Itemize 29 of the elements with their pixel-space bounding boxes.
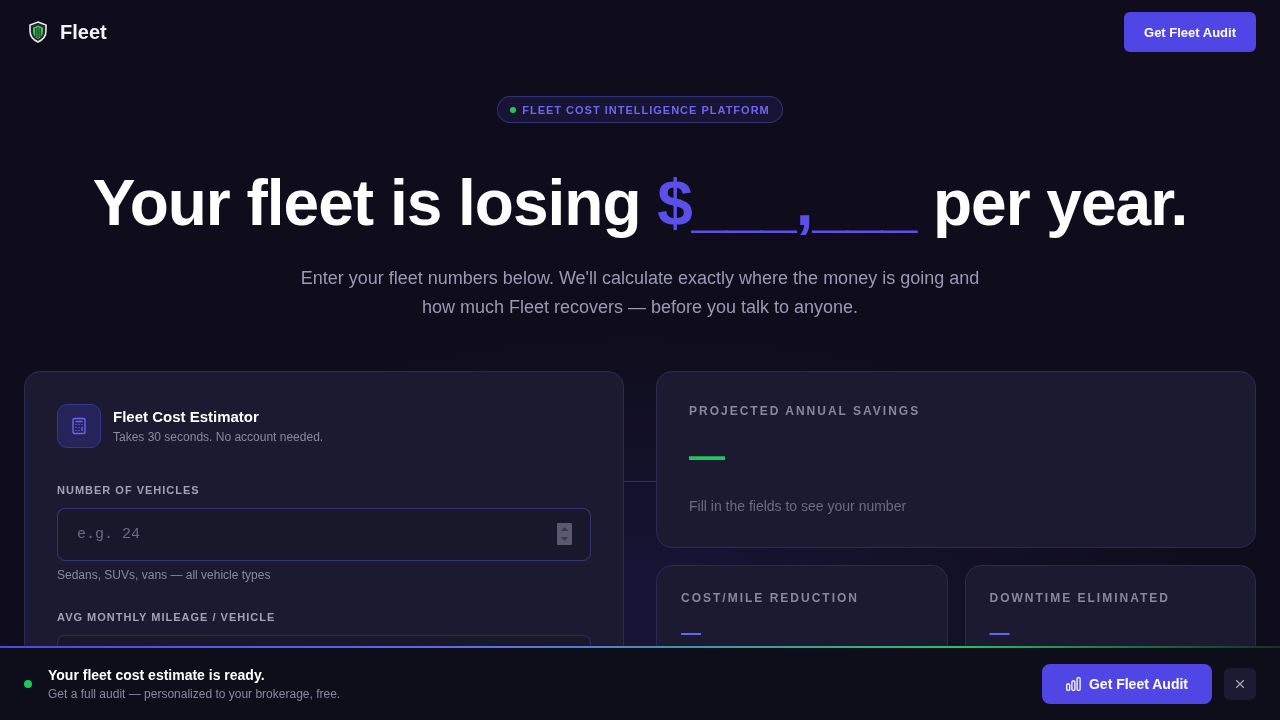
- close-icon: [1233, 677, 1247, 691]
- number-input[interactable]: e.g. 24: [57, 508, 591, 561]
- get-audit-button[interactable]: Get Fleet Audit: [1124, 12, 1256, 52]
- metric-label: COST/MILE REDUCTION: [681, 590, 859, 606]
- headline: Your fleet is losing $___,___ per year.: [92, 168, 1188, 238]
- estimator-subtitle: Takes 30 seconds. No account needed.: [113, 429, 324, 445]
- field-label: NUMBER OF VEHICLES: [57, 483, 200, 497]
- bar-chart-icon: [1065, 677, 1081, 691]
- savings-note: Fill in the fields to see your number: [689, 498, 907, 515]
- status-dot-icon: [24, 680, 32, 688]
- bar-subtitle: Get a full audit — personalized to your brokerage, free.: [48, 686, 341, 702]
- metric-label: DOWNTIME ELIMINATED: [989, 590, 1170, 606]
- close-button[interactable]: [1224, 668, 1256, 700]
- shield-logo-icon: [28, 21, 48, 43]
- metric-value: —: [681, 622, 701, 642]
- field-label: AVG MONTHLY MILEAGE / VEHICLE: [57, 610, 276, 624]
- spinner-arrows-icon[interactable]: [557, 523, 572, 545]
- get-audit-button[interactable]: Get Fleet Audit: [1041, 664, 1212, 704]
- bar-title: Your fleet cost estimate is ready.: [48, 666, 265, 684]
- savings-value: —: [689, 438, 725, 474]
- hero-subtitle: Enter your fleet numbers below. We'll calculate exactly where the money is going and how much Fleet recovers — before you talk to anyone.: [299, 267, 981, 319]
- status-dot-icon: [510, 106, 517, 113]
- calculator-icon: [57, 404, 101, 448]
- badge-label: FLEET COST INTELLIGENCE PLATFORM: [522, 103, 770, 116]
- savings-label: PROJECTED ANNUAL SAVINGS: [689, 403, 921, 419]
- metric-value: —: [989, 622, 1010, 642]
- estimator-title: Fleet Cost Estimator: [113, 407, 259, 426]
- brand-name: Fleet: [60, 20, 107, 44]
- field-hint: Sedans, SUVs, vans — all vehicle types: [57, 568, 271, 583]
